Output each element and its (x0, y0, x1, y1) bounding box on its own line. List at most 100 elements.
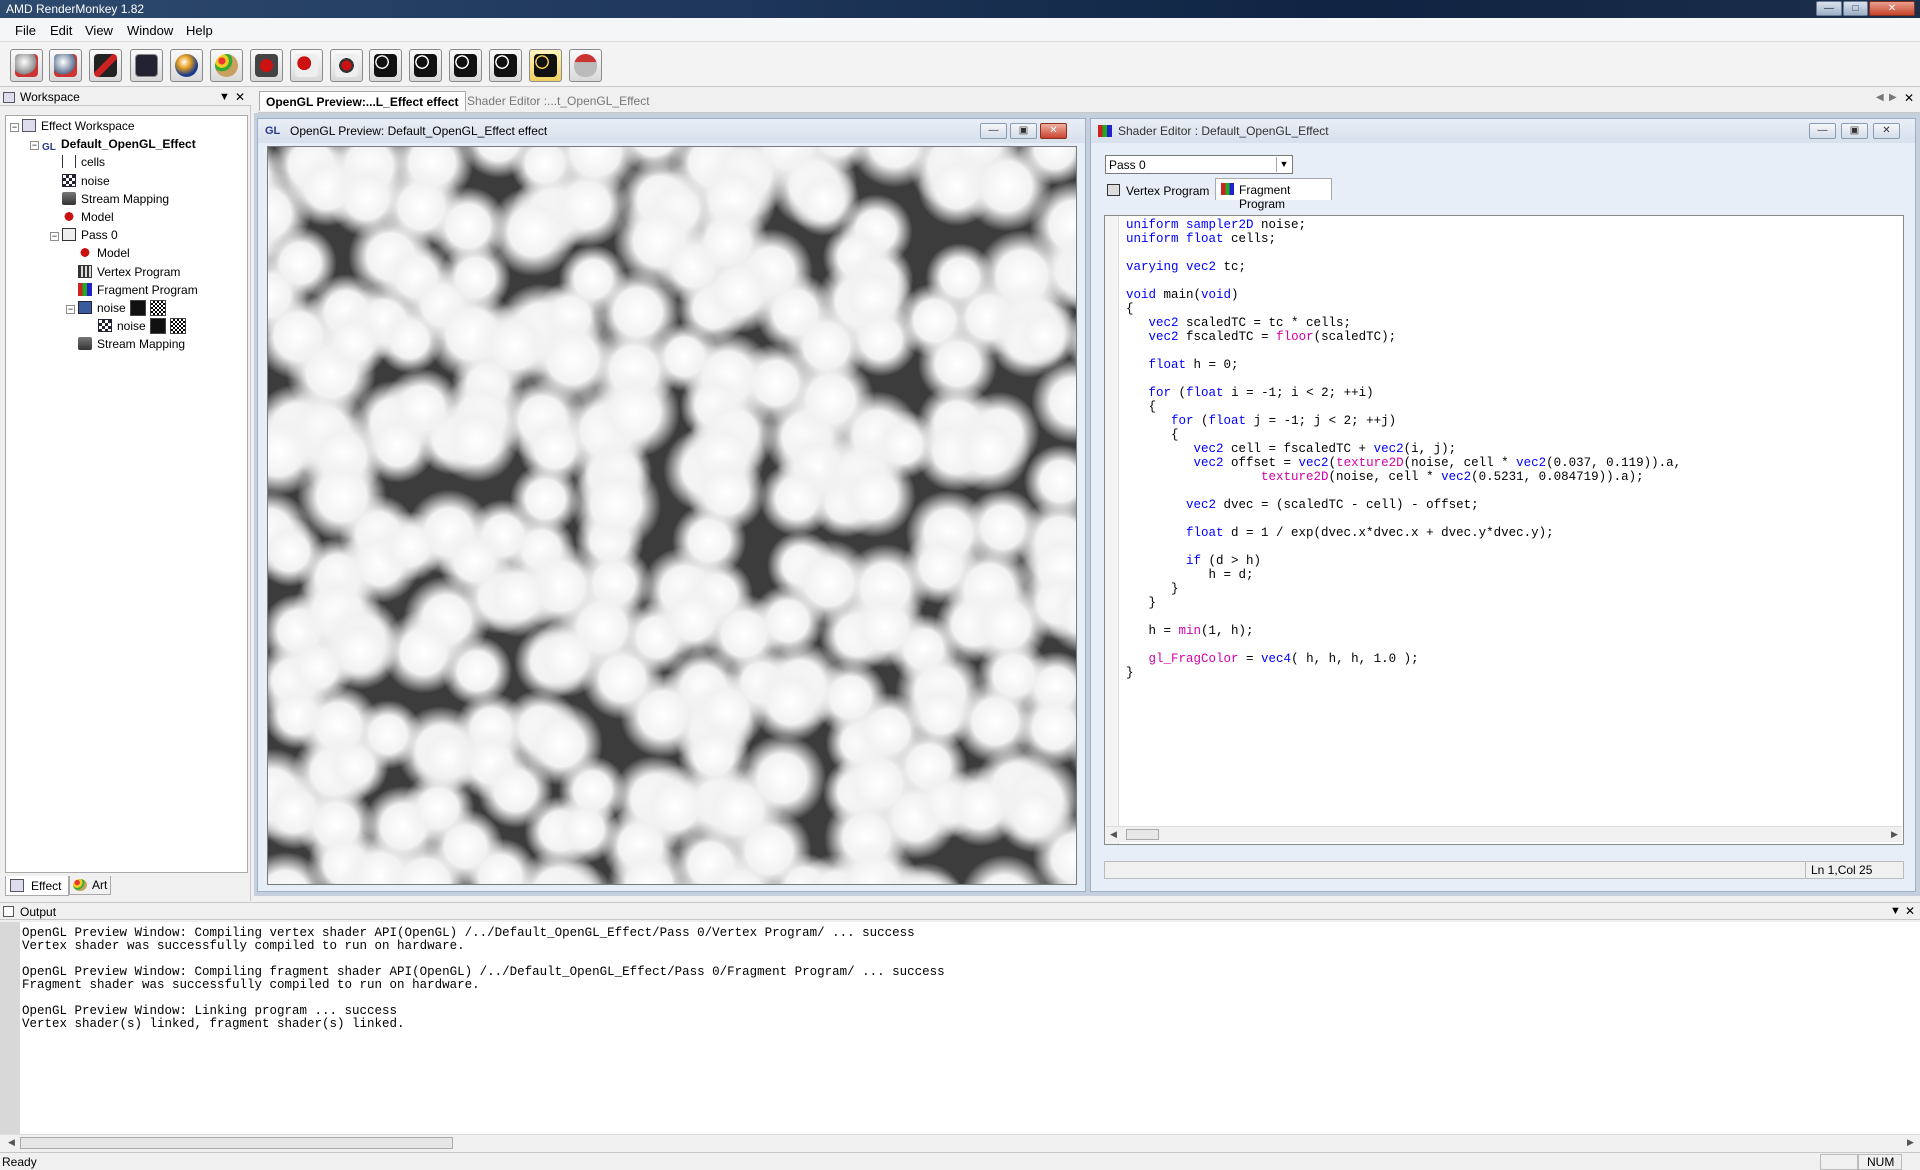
tab-art[interactable]: Art (69, 876, 111, 895)
tab-scroll-right-icon[interactable]: ▶ (1889, 92, 1897, 103)
status-bar: Ready NUM (0, 1152, 1920, 1170)
pass-select-value: Pass 0 (1109, 158, 1146, 172)
preview-minimize-button[interactable]: — (980, 123, 1007, 139)
menu-view[interactable]: View (85, 23, 113, 38)
camera4-icon (494, 54, 517, 77)
output-log[interactable]: OpenGL Preview Window: Compiling vertex … (20, 922, 1920, 1134)
menu-edit[interactable]: Edit (50, 23, 72, 38)
menu-window[interactable]: Window (127, 23, 173, 38)
tab-vertex-program[interactable]: Vertex Program (1105, 180, 1215, 200)
output-pin-icon[interactable]: ▼ (1890, 903, 1901, 919)
code-gutter (1105, 216, 1119, 844)
camera-icon (374, 54, 397, 77)
workspace-panel: Workspace ▼ ✕ − Effect Workspace − GL Defaul… (0, 89, 251, 901)
preview-viewport[interactable] (267, 146, 1077, 885)
code-text[interactable]: uniform sampler2D noise; uniform float c… (1126, 218, 1681, 680)
tab-art-label: Art (92, 878, 108, 892)
voronoi-cell (1076, 753, 1077, 825)
output-hscrollbar[interactable]: ◀ ▶ (0, 1134, 1920, 1150)
compile-button[interactable] (330, 49, 363, 82)
texture-preview-icon (129, 300, 146, 316)
add-shader-button[interactable] (250, 49, 283, 82)
tab-opengl-preview[interactable]: OpenGL Preview:...L_Effect effect (259, 91, 466, 111)
open-workspace-button[interactable] (49, 49, 82, 82)
tab-close-icon[interactable]: ✕ (1904, 91, 1914, 105)
camera4-button[interactable] (489, 49, 522, 82)
tab-effect[interactable]: Effect (5, 876, 69, 896)
expand-toggle-icon[interactable]: − (30, 141, 39, 151)
preview-restore-button[interactable]: ▣ (1010, 123, 1037, 139)
tree-item-noise[interactable]: noise (50, 172, 110, 190)
render-button[interactable] (130, 49, 163, 82)
tab-scroll-left-icon[interactable]: ◀ (1876, 92, 1884, 103)
output-scroll-right-icon[interactable]: ▶ (1907, 1137, 1914, 1148)
output-scroll-left-icon[interactable]: ◀ (8, 1137, 15, 1148)
voronoi-cell (749, 660, 832, 743)
tree-item-stream-mapping[interactable]: Stream Mapping (50, 190, 169, 208)
preview-title: OpenGL Preview: Default_OpenGL_Effect ef… (290, 124, 548, 138)
output-icon (3, 906, 14, 917)
tree-item-model[interactable]: Model (50, 208, 114, 226)
code-hscrollbar[interactable]: ◀ ▶ (1106, 826, 1902, 842)
voronoi-cell (375, 511, 446, 582)
tree-item-stream-mapping[interactable]: Stream Mapping (66, 335, 185, 353)
vertex-icon (78, 264, 92, 278)
tree-item-label: Fragment Program (97, 282, 198, 297)
expand-toggle-icon[interactable]: − (10, 123, 19, 132)
effect-button[interactable] (89, 49, 122, 82)
edit-shader-button[interactable] (290, 49, 323, 82)
preview-close-button[interactable]: ✕ (1040, 123, 1067, 139)
editor-close-button[interactable]: ✕ (1873, 123, 1900, 139)
camera5-button[interactable] (529, 49, 562, 82)
tree-item-noise[interactable]: noise (86, 317, 186, 335)
tree-item-effect-workspace[interactable]: − Effect Workspace (10, 117, 135, 135)
fragment-icon (78, 282, 92, 296)
expand-toggle-icon[interactable]: − (50, 232, 59, 242)
code-editor[interactable]: uniform sampler2D noise; uniform float c… (1104, 215, 1904, 845)
pin-icon[interactable]: ▼ (219, 89, 230, 105)
effect-tab-icon (10, 879, 24, 892)
camera5-icon (534, 54, 557, 77)
menu-help[interactable]: Help (186, 23, 213, 38)
minimize-button[interactable]: — (1816, 1, 1842, 16)
chevron-down-icon[interactable]: ▼ (1276, 157, 1291, 172)
editor-title: Shader Editor : Default_OpenGL_Effect (1118, 124, 1329, 138)
expand-toggle-icon[interactable]: − (66, 305, 75, 314)
tree-item-fragment-program[interactable]: Fragment Program (66, 281, 198, 299)
editor-restore-button[interactable]: ▣ (1841, 123, 1868, 139)
tree-item-label: Model (81, 210, 114, 224)
output-close-icon[interactable]: ✕ (1905, 903, 1915, 919)
maximize-button[interactable]: □ (1843, 1, 1868, 16)
preview-titlebar: GL OpenGL Preview: Default_OpenGL_Effect… (258, 119, 1085, 143)
camera-button[interactable] (369, 49, 402, 82)
pass-select[interactable]: Pass 0 ▼ (1105, 155, 1293, 174)
output-scroll-thumb[interactable] (20, 1137, 453, 1149)
compile-icon (335, 54, 358, 77)
status-caps (1820, 1154, 1858, 1170)
scroll-left-icon[interactable]: ◀ (1110, 829, 1117, 840)
sphere-button[interactable] (170, 49, 203, 82)
scroll-right-icon[interactable]: ▶ (1891, 829, 1898, 840)
tree-item-vertex-program[interactable]: Vertex Program (66, 263, 180, 281)
effect-icon (94, 54, 117, 77)
tree-item-model[interactable]: Model (66, 244, 130, 262)
camera2-button[interactable] (409, 49, 442, 82)
voronoi-cell (375, 305, 444, 374)
close-button[interactable]: ✕ (1869, 1, 1915, 16)
status-num: NUM (1858, 1154, 1902, 1170)
camera3-button[interactable] (449, 49, 482, 82)
tree-item-noise[interactable]: − noise (66, 299, 166, 317)
tree-item-pass-0[interactable]: − Pass 0 (50, 226, 118, 244)
tree-item-cells[interactable]: cells (50, 153, 105, 171)
editor-minimize-button[interactable]: — (1809, 123, 1836, 139)
mouse-button[interactable] (569, 49, 602, 82)
output-line: Vertex shader was successfully compiled … (22, 939, 465, 953)
close-panel-icon[interactable]: ✕ (235, 89, 245, 105)
new-workspace-button[interactable] (10, 49, 43, 82)
scroll-thumb[interactable] (1126, 829, 1159, 840)
palette-button[interactable] (210, 49, 243, 82)
tab-fragment-program[interactable]: Fragment Program (1215, 178, 1332, 211)
tab-shader-editor[interactable]: Shader Editor :...t_OpenGL_Effect (461, 91, 656, 111)
tree-item-default-opengl-effect[interactable]: − GL Default_OpenGL_Effect (30, 135, 196, 153)
menu-file[interactable]: File (15, 23, 36, 38)
